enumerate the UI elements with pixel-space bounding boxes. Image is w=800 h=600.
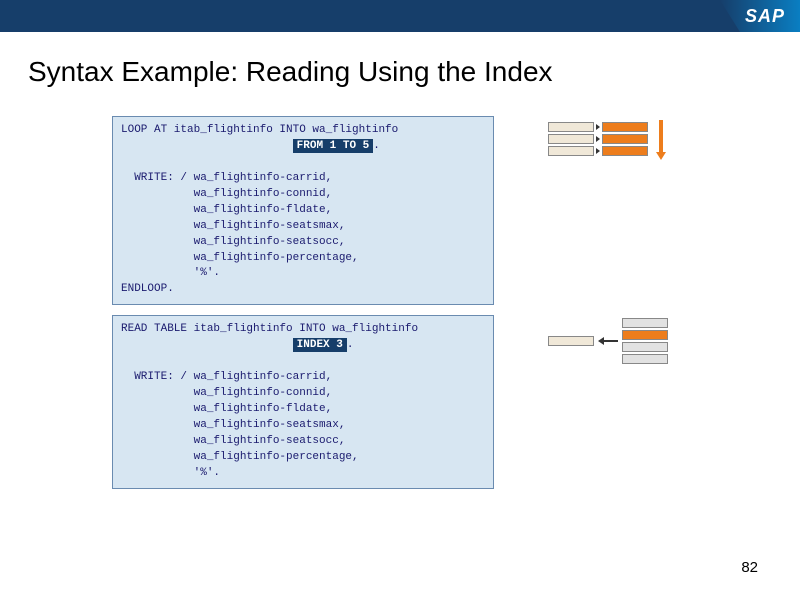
content-area: LOOP AT itab_flightinfo INTO wa_flightin… <box>0 116 800 489</box>
diagram-row <box>548 146 648 156</box>
code-body: WRITE: / wa_flightinfo-carrid, wa_flight… <box>121 172 359 296</box>
page-number: 82 <box>741 559 758 576</box>
read-arrow-icon <box>598 337 618 345</box>
table-row-cell <box>622 342 668 352</box>
code-period: . <box>373 140 380 152</box>
loop-arrow-icon <box>656 120 666 160</box>
diagram-loop-table <box>548 122 648 156</box>
diagram-read-table <box>622 318 668 364</box>
sap-logo: SAP <box>720 0 800 32</box>
source-cell <box>548 122 594 132</box>
code-block-loop: LOOP AT itab_flightinfo INTO wa_flightin… <box>112 116 494 305</box>
diagram-loop <box>548 122 648 156</box>
header-bar: SAP <box>0 0 800 32</box>
code-block-read: READ TABLE itab_flightinfo INTO wa_fligh… <box>112 315 494 488</box>
diagram-row <box>548 122 648 132</box>
sap-logo-text: SAP <box>745 6 785 27</box>
source-cell <box>548 146 594 156</box>
code-body: WRITE: / wa_flightinfo-carrid, wa_flight… <box>121 371 359 479</box>
code-highlight-index: INDEX 3 <box>293 338 347 352</box>
table-row-cell <box>622 318 668 328</box>
table-row-cell-selected <box>622 330 668 340</box>
source-cell <box>548 134 594 144</box>
code-line: LOOP AT itab_flightinfo INTO wa_flightin… <box>121 124 398 136</box>
code-line: READ TABLE itab_flightinfo INTO wa_fligh… <box>121 323 418 335</box>
code-highlight-from-to: FROM 1 TO 5 <box>293 139 374 153</box>
diagram-row <box>548 134 648 144</box>
target-cell <box>602 146 648 156</box>
diagram-read <box>548 318 668 364</box>
code-period: . <box>347 339 354 351</box>
target-cell <box>602 134 648 144</box>
slide-title: Syntax Example: Reading Using the Index <box>28 56 800 88</box>
target-cell <box>602 122 648 132</box>
workarea-cell <box>548 336 594 346</box>
table-row-cell <box>622 354 668 364</box>
